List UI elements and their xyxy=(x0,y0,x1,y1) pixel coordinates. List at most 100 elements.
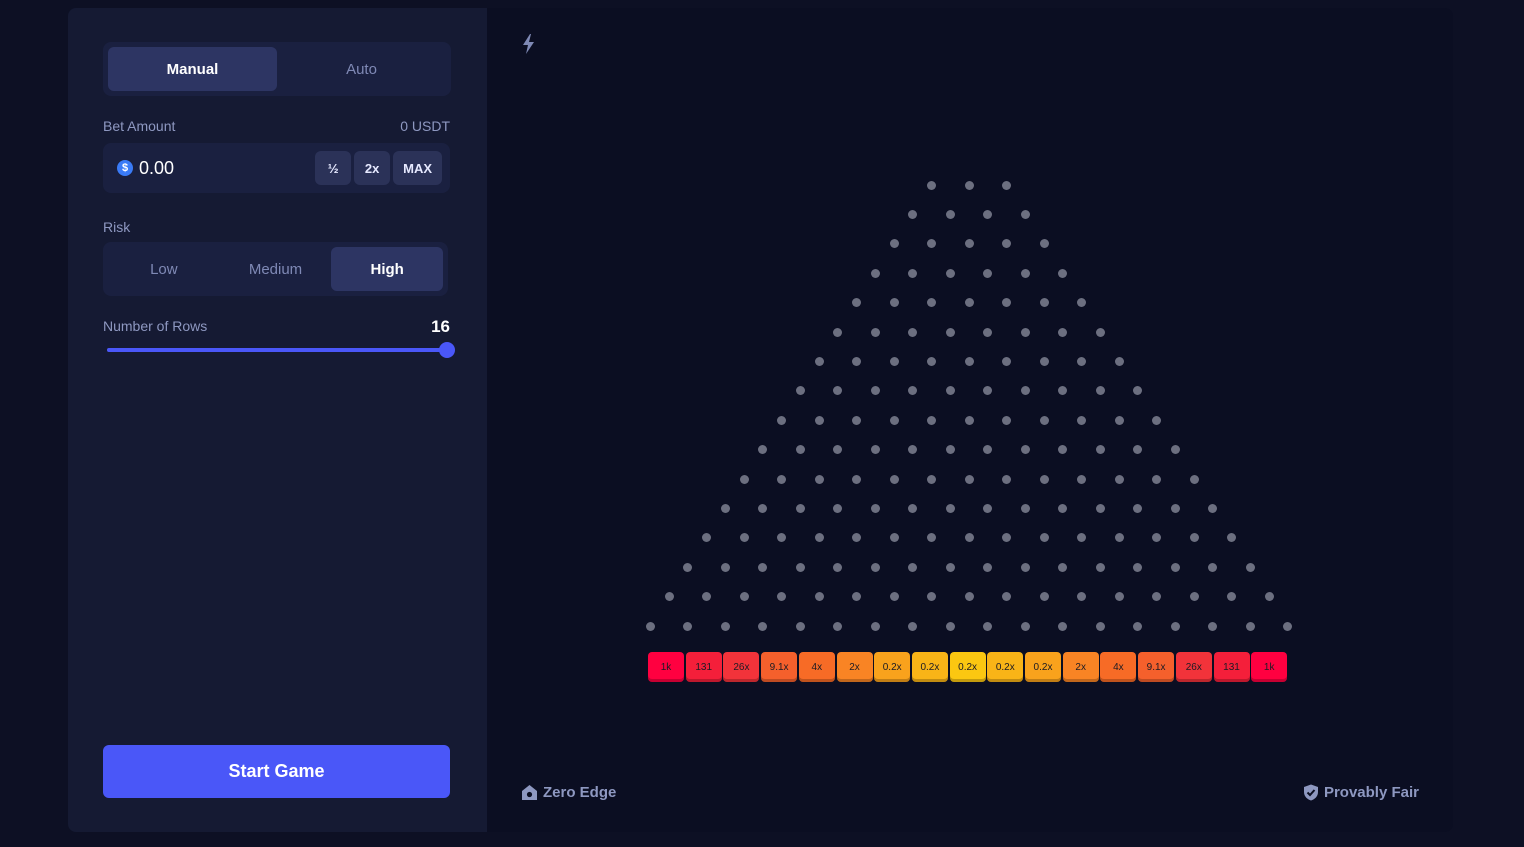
peg xyxy=(870,327,880,337)
max-bet-button[interactable]: MAX xyxy=(393,151,442,185)
bet-amount-input[interactable]: 0.00 xyxy=(139,158,312,179)
peg xyxy=(1114,415,1124,425)
peg xyxy=(1002,356,1011,366)
peg xyxy=(908,562,918,572)
peg xyxy=(927,356,936,366)
peg xyxy=(1002,180,1011,190)
multiplier-bucket: 1k xyxy=(648,652,684,682)
peg xyxy=(1058,268,1068,278)
peg xyxy=(852,356,861,366)
multiplier-bucket: 9.1x xyxy=(1138,652,1175,682)
peg xyxy=(1058,562,1068,572)
multiplier-bucket: 131 xyxy=(1213,652,1250,682)
peg xyxy=(814,356,824,366)
peg xyxy=(927,592,936,602)
peg xyxy=(1208,621,1218,631)
peg xyxy=(1133,621,1143,631)
peg xyxy=(1077,474,1086,484)
peg xyxy=(945,268,955,278)
multiplier-bucket: 0.2x xyxy=(949,652,986,682)
peg xyxy=(1189,474,1199,484)
peg xyxy=(702,533,711,543)
peg xyxy=(720,503,730,513)
risk-toggle: Low Medium High xyxy=(103,242,448,296)
peg xyxy=(1095,621,1105,631)
peg xyxy=(964,474,974,484)
tab-manual[interactable]: Manual xyxy=(108,47,277,91)
peg xyxy=(1039,356,1049,366)
peg xyxy=(1002,592,1011,602)
peg xyxy=(889,239,899,249)
peg xyxy=(795,386,805,396)
peg xyxy=(1133,562,1143,572)
peg xyxy=(889,356,899,366)
multiplier-bucket: 0.2x xyxy=(911,652,948,682)
bet-amount-field[interactable]: $ 0.00 ½ 2x MAX xyxy=(103,143,450,193)
peg xyxy=(1095,503,1105,513)
lightning-icon[interactable] xyxy=(520,33,538,55)
peg xyxy=(758,445,768,455)
peg xyxy=(1077,533,1086,543)
multiplier-bucket: 26x xyxy=(1175,652,1212,682)
peg xyxy=(814,592,824,602)
peg xyxy=(833,445,843,455)
peg xyxy=(702,592,711,602)
peg xyxy=(927,415,936,425)
peg xyxy=(720,562,730,572)
peg xyxy=(1133,503,1143,513)
peg xyxy=(833,621,843,631)
peg xyxy=(1039,592,1049,602)
peg xyxy=(758,562,768,572)
zero-edge-badge[interactable]: Zero Edge xyxy=(521,784,616,801)
peg xyxy=(1170,445,1180,455)
peg xyxy=(945,445,955,455)
rows-slider[interactable] xyxy=(107,342,455,358)
multiplier-bucket: 0.2x xyxy=(987,652,1024,682)
peg xyxy=(1039,298,1049,308)
peg xyxy=(777,474,786,484)
peg xyxy=(1020,327,1030,337)
multiplier-bucket: 4x xyxy=(798,652,835,682)
double-bet-button[interactable]: 2x xyxy=(354,151,391,185)
peg xyxy=(927,533,936,543)
peg xyxy=(945,386,955,396)
peg xyxy=(1152,474,1161,484)
peg xyxy=(1039,533,1049,543)
peg xyxy=(664,592,674,602)
peg xyxy=(983,445,993,455)
peg xyxy=(1152,592,1161,602)
balance-label: 0 USDT xyxy=(400,118,450,134)
rows-slider-thumb[interactable] xyxy=(439,342,455,358)
peg xyxy=(814,415,824,425)
peg xyxy=(945,209,955,219)
peg xyxy=(1095,386,1105,396)
tab-auto[interactable]: Auto xyxy=(277,47,446,91)
rows-slider-fill xyxy=(107,348,447,352)
peg xyxy=(1114,533,1124,543)
peg xyxy=(1189,592,1199,602)
half-bet-button[interactable]: ½ xyxy=(315,151,352,185)
peg xyxy=(1020,503,1030,513)
peg xyxy=(889,533,899,543)
peg xyxy=(852,474,861,484)
peg xyxy=(870,621,880,631)
peg xyxy=(945,621,955,631)
risk-high-button[interactable]: High xyxy=(331,247,444,291)
peg xyxy=(1077,356,1086,366)
provably-fair-badge[interactable]: Provably Fair xyxy=(1303,784,1419,801)
risk-low-button[interactable]: Low xyxy=(108,247,220,291)
peg xyxy=(870,503,880,513)
peg xyxy=(1058,386,1068,396)
peg xyxy=(964,592,974,602)
peg xyxy=(852,298,861,308)
house-icon xyxy=(522,785,537,800)
peg xyxy=(852,592,861,602)
peg xyxy=(908,209,918,219)
start-game-button[interactable]: Start Game xyxy=(103,745,450,798)
peg xyxy=(889,298,899,308)
multiplier-bucket: 131 xyxy=(685,652,722,682)
peg xyxy=(908,445,918,455)
risk-medium-button[interactable]: Medium xyxy=(220,247,332,291)
peg xyxy=(645,621,655,631)
peg xyxy=(908,503,918,513)
